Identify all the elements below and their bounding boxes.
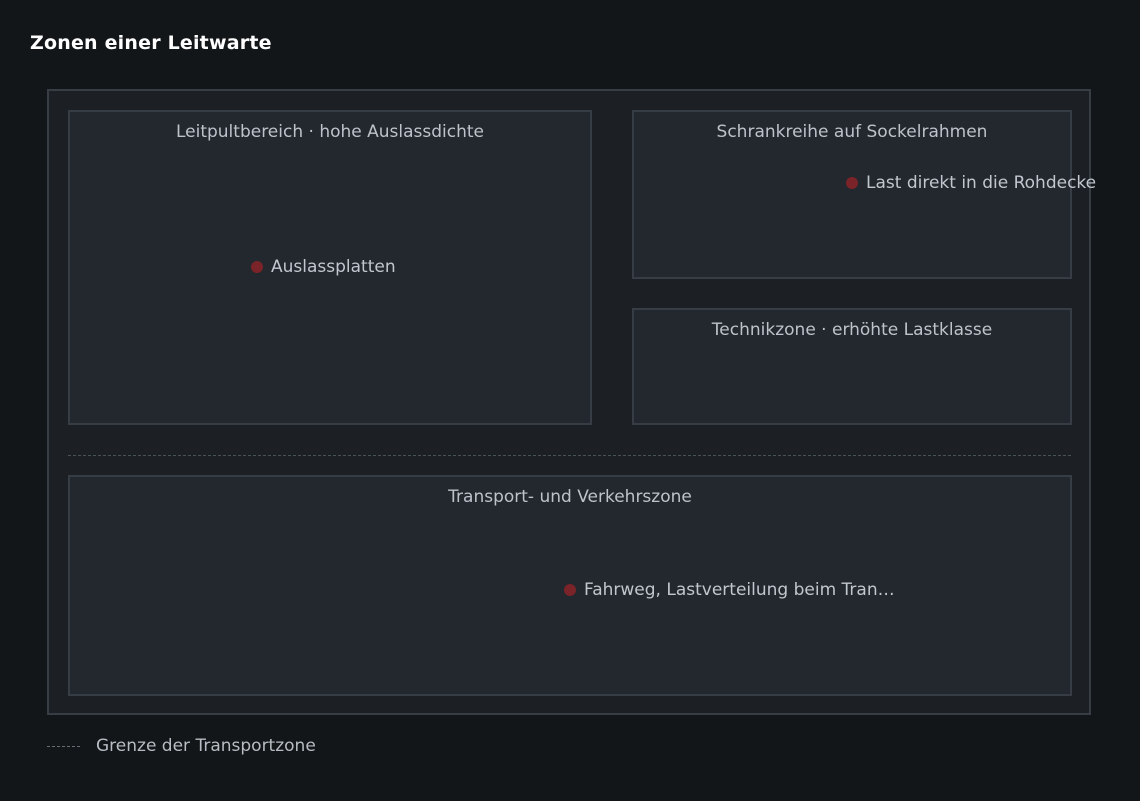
marker-auslassplatten-label: Auslassplatten <box>271 257 396 277</box>
zone-technik-label: Technikzone · erhöhte Lastklasse <box>711 320 993 340</box>
marker-fahrweg-label: Fahrweg, Lastverteilung beim Tran… <box>584 580 895 600</box>
legend: Grenze der Transportzone <box>47 736 316 756</box>
zone-technik: Technikzone · erhöhte Lastklasse <box>632 308 1072 425</box>
marker-dot-icon <box>251 261 263 273</box>
zone-schrankreihe: Schrankreihe auf Sockelrahmen <box>632 110 1072 279</box>
zone-transport-label: Transport- und Verkehrszone <box>448 487 692 507</box>
marker-dot-icon <box>564 584 576 596</box>
marker-dot-icon <box>846 177 858 189</box>
transport-zone-boundary <box>68 455 1071 456</box>
diagram-title: Zonen einer Leitwarte <box>30 32 272 54</box>
zone-schrankreihe-label: Schrankreihe auf Sockelrahmen <box>716 122 988 142</box>
marker-auslassplatten: Auslassplatten <box>251 257 396 277</box>
zone-leitpult-label: Leitpultbereich · hohe Auslassdichte <box>175 122 485 142</box>
marker-rohdecke: Last direkt in die Rohdecke <box>846 173 1096 193</box>
dashed-line-icon <box>47 745 80 747</box>
legend-label: Grenze der Transportzone <box>96 736 316 756</box>
marker-rohdecke-label: Last direkt in die Rohdecke <box>866 173 1097 193</box>
marker-fahrweg: Fahrweg, Lastverteilung beim Tran… <box>564 580 895 600</box>
